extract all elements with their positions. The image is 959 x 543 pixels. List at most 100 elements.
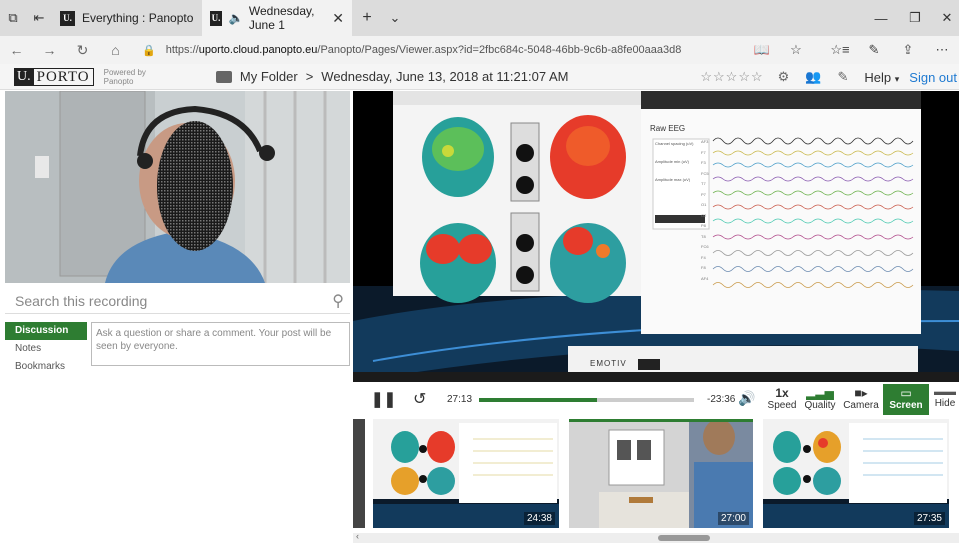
quality-label: Quality (804, 400, 836, 411)
sidebar-item-notes[interactable]: Notes (5, 340, 87, 358)
folder-link[interactable]: My Folder (240, 69, 298, 84)
powered-by-text: Powered by (103, 67, 146, 77)
eeg-channel-label: FC5 (701, 170, 709, 176)
amplitude-min-label: Amplitude min (uV) (655, 159, 690, 164)
progress-bar[interactable] (479, 398, 694, 402)
browser-tab-bar: ⧉ ⇤ U. Everything : Panopto U. 🔈 Wednesd… (0, 0, 959, 36)
favorites-hub-icon[interactable]: ☆≡ (823, 42, 857, 58)
tab-label: Everything : Panopto (82, 11, 194, 25)
address-bar: ← → ↻ ⌂ 🔒 https://uporto.cloud.panopto.e… (0, 36, 959, 64)
edit-pencil-icon[interactable]: ✎ (837, 69, 848, 85)
amplitude-max-label: Amplitude max (uV) (655, 177, 691, 182)
window-close-icon[interactable]: ✕ (930, 0, 959, 36)
quality-button[interactable]: ▂▃▅ Quality (803, 386, 837, 411)
viewer-header: U. PORTO Powered by Panopto My Folder > W… (0, 64, 959, 90)
refresh-icon[interactable]: ↻ (66, 42, 99, 59)
maximize-icon[interactable]: ❐ (898, 0, 932, 36)
thumbnail-scrollbar[interactable]: ‹ (353, 531, 959, 543)
search-icon[interactable]: ⚲ (332, 291, 344, 311)
thumbnail[interactable]: 27:00 (569, 419, 753, 528)
rewind-10-icon[interactable]: ↺ (413, 389, 426, 409)
volume-icon[interactable]: 🔊 (738, 390, 755, 407)
panopto-text: Panopto (103, 76, 134, 86)
forward-icon[interactable]: → (33, 42, 66, 58)
tab-label: Wednesday, June 1 (248, 4, 315, 32)
sidebar-item-discussion[interactable]: Discussion (5, 322, 87, 340)
rating-stars[interactable]: ☆☆☆☆☆ (700, 69, 763, 85)
home-icon[interactable]: ⌂ (99, 42, 132, 58)
eeg-channel-label: F8 (701, 265, 706, 270)
lock-icon: 🔒 (142, 44, 156, 57)
screen-stream[interactable]: Raw EEG Channel spacing (uV) Amplitude m… (353, 91, 959, 382)
tab-list-chevron-icon[interactable]: ⌄ (382, 0, 408, 36)
search-recording[interactable]: Search this recording ⚲ (5, 288, 350, 314)
help-menu[interactable]: Help ▾ (864, 70, 899, 85)
tab-groups-icon[interactable]: ⧉ (0, 0, 26, 36)
logo-u: U. (14, 67, 34, 86)
search-input[interactable]: Search this recording (15, 293, 147, 309)
current-time: 27:13 (447, 394, 473, 405)
pen-icon[interactable]: ✎ (857, 42, 891, 58)
eeg-channel-label: P7 (701, 191, 706, 197)
page-title: Wednesday, June 13, 2018 at 11:21:07 AM (321, 69, 569, 84)
hide-button[interactable]: ▬▬ Hide (931, 386, 959, 409)
speed-label: Speed (767, 400, 797, 411)
hide-grid-icon: ▬▬ (934, 386, 956, 398)
share-icon[interactable]: ⇪ (891, 42, 925, 58)
screen-frame (353, 91, 959, 382)
share-people-icon[interactable]: 👥 (805, 69, 821, 85)
channel-spacing-label: Channel spacing (uV) (655, 141, 694, 146)
uporto-logo[interactable]: U. PORTO (14, 67, 94, 86)
speed-button[interactable]: 1x Speed (765, 386, 799, 411)
folder-icon (215, 70, 232, 83)
audio-playing-icon: 🔈 (228, 11, 244, 25)
uporto-favicon-icon: U. (60, 10, 75, 26)
address-actions: 📖 ☆ ☆≡ ✎ ⇪ ⋯ (745, 36, 959, 64)
new-tab-icon[interactable]: + (352, 0, 382, 36)
monitor-icon: ▭ (900, 386, 912, 400)
scroll-left-icon[interactable]: ‹ (356, 531, 359, 541)
thumbnail[interactable]: 27:35 (763, 419, 949, 528)
eeg-channel-label: F4 (701, 254, 706, 260)
tab-wednesday[interactable]: U. 🔈 Wednesday, June 1 ✕ (202, 0, 352, 36)
set-tabs-aside-icon[interactable]: ⇤ (26, 0, 52, 36)
eeg-channel-label: AF3 (701, 139, 709, 144)
video-camera-icon: ■▸ (854, 386, 868, 400)
gear-icon[interactable]: ⚙ (778, 69, 790, 85)
url-field[interactable]: https://uporto.cloud.panopto.eu/Panopto/… (166, 44, 682, 56)
eeg-title: Raw EEG (650, 124, 686, 133)
more-icon[interactable]: ⋯ (925, 42, 959, 58)
eeg-channel-label: AF4 (701, 275, 709, 281)
reading-view-icon[interactable]: 📖 (745, 42, 779, 58)
favorite-star-icon[interactable]: ☆ (779, 42, 813, 58)
eeg-channel-label: F3 (701, 160, 706, 165)
thumbnail-strip: 24:38 27:00 27:35 (353, 419, 959, 532)
sidebar-item-bookmarks[interactable]: Bookmarks (5, 358, 87, 376)
remaining-time: -23:36 (707, 394, 736, 405)
hide-label: Hide (934, 398, 956, 409)
eeg-channel-label: P8 (701, 223, 706, 228)
close-tab-icon[interactable]: ✕ (332, 10, 344, 27)
thumbnail[interactable]: 24:38 (373, 419, 559, 528)
back-icon[interactable]: ← (0, 42, 33, 58)
pause-icon[interactable]: ❚❚ (371, 390, 396, 408)
comment-field[interactable]: Ask a question or share a comment. Your … (91, 322, 350, 366)
url-prefix: https:// (165, 44, 199, 56)
thumbnail[interactable] (353, 419, 365, 528)
camera-frame (5, 91, 350, 283)
screen-button[interactable]: ▭ Screen (883, 384, 929, 415)
eeg-channel-label: T7 (701, 181, 706, 186)
header-actions: ☆☆☆☆☆ ⚙ 👥 ✎ Help ▾ Sign out (700, 64, 959, 90)
sign-out-link[interactable]: Sign out (909, 70, 957, 85)
eeg-channel-label: O2 (701, 212, 707, 218)
powered-by-panopto: Powered by Panopto (104, 68, 146, 86)
emotiv-label: EMOTIV (590, 359, 627, 368)
minimize-icon[interactable]: — (864, 0, 898, 36)
camera-stream[interactable] (5, 91, 350, 283)
scrollbar-thumb[interactable] (658, 535, 710, 541)
signal-bars-icon: ▂▃▅ (806, 386, 834, 400)
tab-everything[interactable]: U. Everything : Panopto (52, 0, 202, 36)
thumbnail-time: 24:38 (523, 512, 555, 525)
url-host: uporto.cloud.panopto.eu (198, 44, 318, 56)
camera-button[interactable]: ■▸ Camera (843, 386, 879, 411)
